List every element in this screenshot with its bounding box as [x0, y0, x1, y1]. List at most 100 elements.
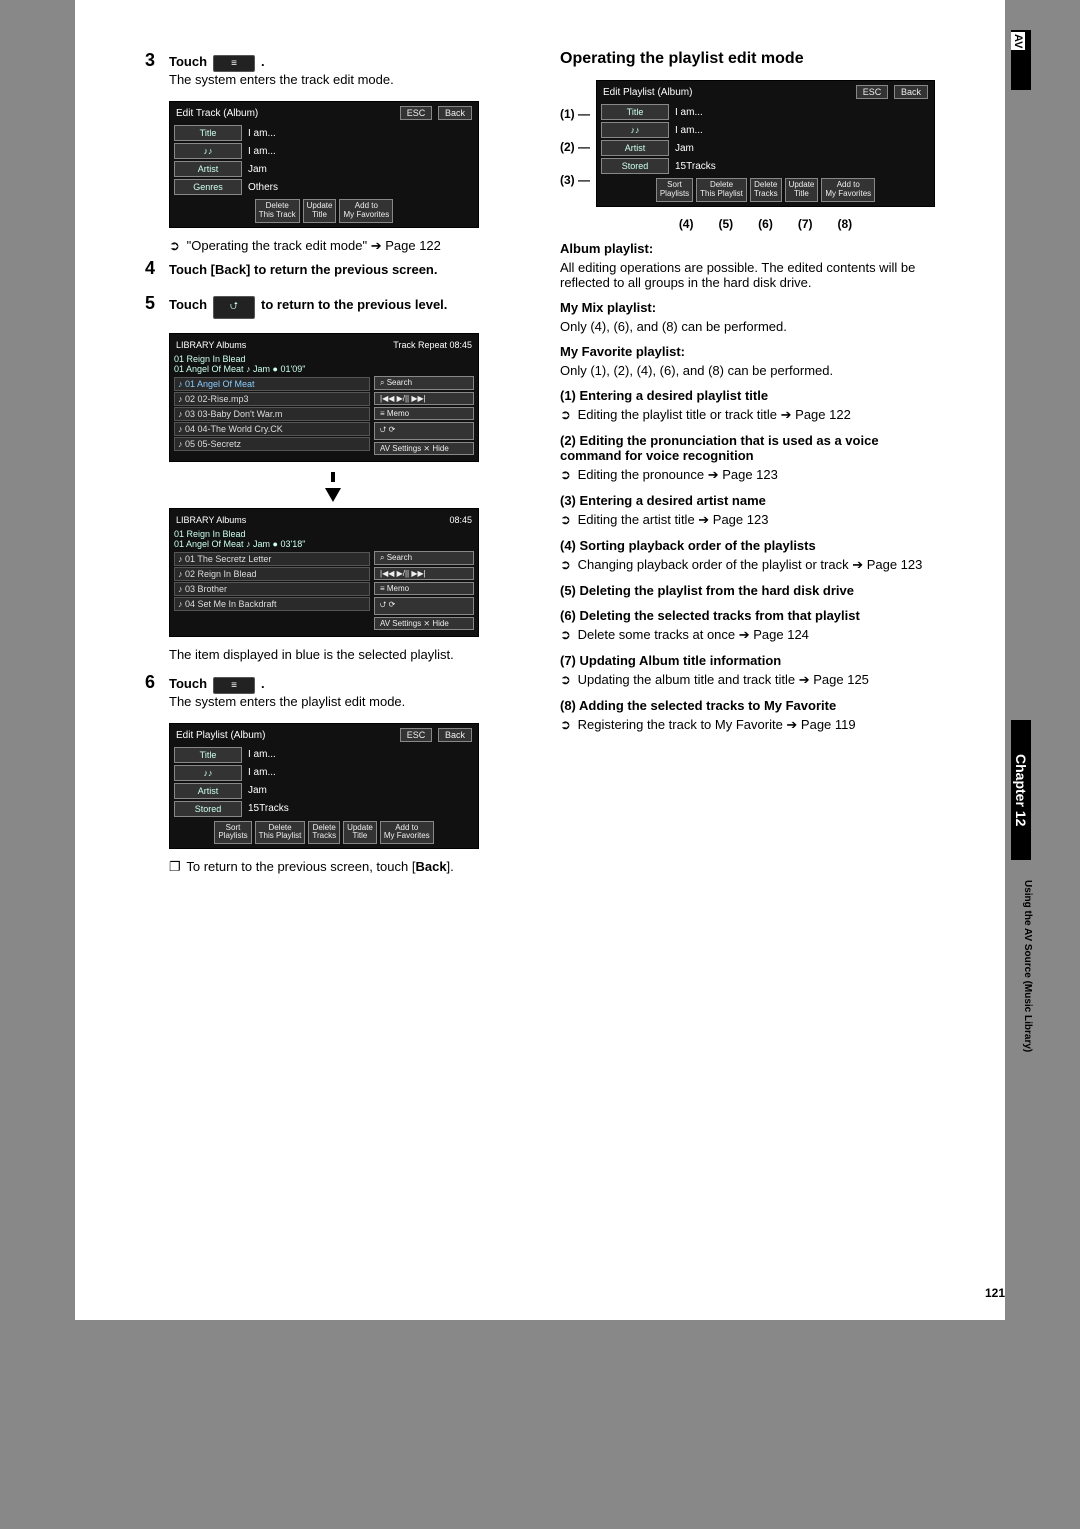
- field-value: Others: [248, 182, 278, 193]
- callout-number: (2) —: [560, 140, 590, 154]
- playlist-row[interactable]: ♪ 04 Set Me In Backdraft: [174, 597, 370, 611]
- playlist-row[interactable]: ♪ 02 Reign In Blead: [174, 567, 370, 581]
- field-value: I am...: [248, 749, 276, 760]
- playlist-row[interactable]: ♪ 03 03-Baby Don't War.m: [174, 407, 370, 421]
- field-label[interactable]: Artist: [174, 783, 242, 799]
- field-label[interactable]: Artist: [174, 161, 242, 177]
- shot-title: Edit Playlist (Album): [603, 87, 692, 98]
- now-playing-line: 01 Angel Of Meat ♪ Jam ● 03'18": [174, 539, 474, 549]
- field-label[interactable]: Genres: [174, 179, 242, 195]
- field-row: Stored 15Tracks: [601, 158, 930, 174]
- field-row: ♪♪ I am...: [174, 765, 474, 781]
- field-label[interactable]: Artist: [601, 140, 669, 156]
- esc-button[interactable]: ESC: [400, 728, 433, 742]
- field-row: Title I am...: [174, 125, 474, 141]
- return-note: ❐ To return to the previous screen, touc…: [169, 859, 520, 875]
- shot4-title: Edit Playlist (Album): [176, 730, 265, 741]
- field-label[interactable]: Stored: [174, 801, 242, 817]
- callout-number: (1) —: [560, 107, 590, 121]
- back-button[interactable]: Back: [438, 106, 472, 120]
- toolbar-button[interactable]: Delete This Playlist: [696, 178, 747, 202]
- item-heading: (1) Entering a desired playlist title: [560, 388, 935, 403]
- field-value: I am...: [675, 107, 703, 118]
- field-value: 15Tracks: [675, 161, 716, 172]
- field-row: Artist Jam: [601, 140, 930, 156]
- back-button[interactable]: Back: [438, 728, 472, 742]
- field-value: I am...: [248, 128, 276, 139]
- item-heading: (8) Adding the selected tracks to My Fav…: [560, 698, 935, 713]
- left-column: 3 Touch ≡ . The system enters the track …: [145, 50, 520, 879]
- toolbar-button[interactable]: Delete Tracks: [308, 821, 340, 845]
- toolbar-button[interactable]: Delete This Track: [255, 199, 300, 223]
- back-button[interactable]: Back: [894, 85, 928, 99]
- playlist-row[interactable]: ♪ 04 04-The World Cry.CK: [174, 422, 370, 436]
- toolbar-button[interactable]: Sort Playlists: [656, 178, 693, 202]
- field-label[interactable]: ♪♪: [601, 122, 669, 138]
- field-label[interactable]: ♪♪: [174, 143, 242, 159]
- reference-text: "Operating the track edit mode" ➔ Page 1…: [187, 238, 441, 253]
- callout-number: (8): [838, 217, 853, 231]
- side-subtitle: Using the AV Source (Music Library): [1022, 880, 1033, 1052]
- field-value: I am...: [248, 767, 276, 778]
- field-row: Genres Others: [174, 179, 474, 195]
- toolbar-button[interactable]: Update Title: [785, 178, 819, 202]
- control-button[interactable]: ≡ Memo: [374, 582, 474, 595]
- control-button[interactable]: AV Settings ⨯ Hide: [374, 442, 474, 455]
- playlist-row[interactable]: ♪ 01 The Secretz Letter: [174, 552, 370, 566]
- now-playing-line: 01 Reign In Blead: [174, 354, 474, 364]
- item-heading: (7) Updating Album title information: [560, 653, 935, 668]
- field-value: I am...: [248, 146, 276, 157]
- playlist-row[interactable]: ♪ 05 05-Secretz: [174, 437, 370, 451]
- callout-number: (4): [679, 217, 694, 231]
- toolbar-button[interactable]: Update Title: [303, 199, 337, 223]
- control-button[interactable]: |◀◀ ▶/|| ▶▶|: [374, 567, 474, 580]
- control-button[interactable]: AV Settings ⨯ Hide: [374, 617, 474, 630]
- item-reference: ➲ Changing playback order of the playlis…: [560, 557, 935, 573]
- section-heading: Operating the playlist edit mode: [560, 50, 935, 68]
- toolbar-button[interactable]: Add to My Favorites: [339, 199, 393, 223]
- step-number: 6: [145, 672, 163, 693]
- control-button[interactable]: ⮍ ⟳: [374, 597, 474, 615]
- control-button[interactable]: ⌕ Search: [374, 551, 474, 565]
- field-row: ArtistJam: [174, 161, 474, 177]
- step-number: 3: [145, 50, 163, 71]
- myfav-text: Only (1), (2), (4), (6), and (8) can be …: [560, 363, 935, 378]
- control-button[interactable]: ≡ Memo: [374, 407, 474, 420]
- control-button[interactable]: ⌕ Search: [374, 376, 474, 390]
- step-6-suffix: .: [261, 676, 265, 691]
- toolbar-button[interactable]: Sort Playlists: [214, 821, 251, 845]
- page-number: 121: [985, 1286, 1005, 1300]
- field-label[interactable]: ♪♪: [174, 765, 242, 781]
- control-button[interactable]: |◀◀ ▶/|| ▶▶|: [374, 392, 474, 405]
- field-label[interactable]: Stored: [601, 158, 669, 174]
- toolbar-button[interactable]: Delete Tracks: [750, 178, 782, 202]
- playlist-row[interactable]: ♪ 02 02-Rise.mp3: [174, 392, 370, 406]
- step-3-prefix: Touch: [169, 54, 207, 69]
- side-chapter-tab: Chapter 12: [1011, 720, 1031, 860]
- control-button[interactable]: ⮍ ⟳: [374, 422, 474, 440]
- field-value: Jam: [675, 143, 694, 154]
- field-label[interactable]: Title: [174, 125, 242, 141]
- step-5-prefix: Touch: [169, 297, 207, 312]
- esc-button[interactable]: ESC: [400, 106, 433, 120]
- field-row: ♪♪I am...: [601, 122, 930, 138]
- toolbar-button[interactable]: Update Title: [343, 821, 377, 845]
- toolbar-button[interactable]: Delete This Playlist: [255, 821, 306, 845]
- manual-page: AV Chapter 12 Using the AV Source (Music…: [75, 0, 1005, 1320]
- step-number: 5: [145, 293, 163, 314]
- toolbar-button[interactable]: Add to My Favorites: [380, 821, 434, 845]
- screenshot-library-1: LIBRARY Albums Track Repeat 08:45 01 Rei…: [169, 333, 479, 462]
- box-icon: ❐: [169, 859, 183, 875]
- playlist-row[interactable]: ♪ 01 Angel Of Meat: [174, 377, 370, 391]
- item-heading: (2) Editing the pronunciation that is us…: [560, 433, 935, 463]
- field-label[interactable]: Title: [601, 104, 669, 120]
- toolbar-button[interactable]: Add to My Favorites: [821, 178, 875, 202]
- esc-button[interactable]: ESC: [856, 85, 889, 99]
- item-heading: (5) Deleting the playlist from the hard …: [560, 583, 935, 598]
- lib-header-left: LIBRARY Albums: [176, 340, 246, 350]
- field-label[interactable]: Title: [174, 747, 242, 763]
- step-6-prefix: Touch: [169, 676, 207, 691]
- arrow-down-icon: [325, 488, 341, 502]
- playlist-row[interactable]: ♪ 03 Brother: [174, 582, 370, 596]
- pointer-icon: ➲: [560, 627, 574, 643]
